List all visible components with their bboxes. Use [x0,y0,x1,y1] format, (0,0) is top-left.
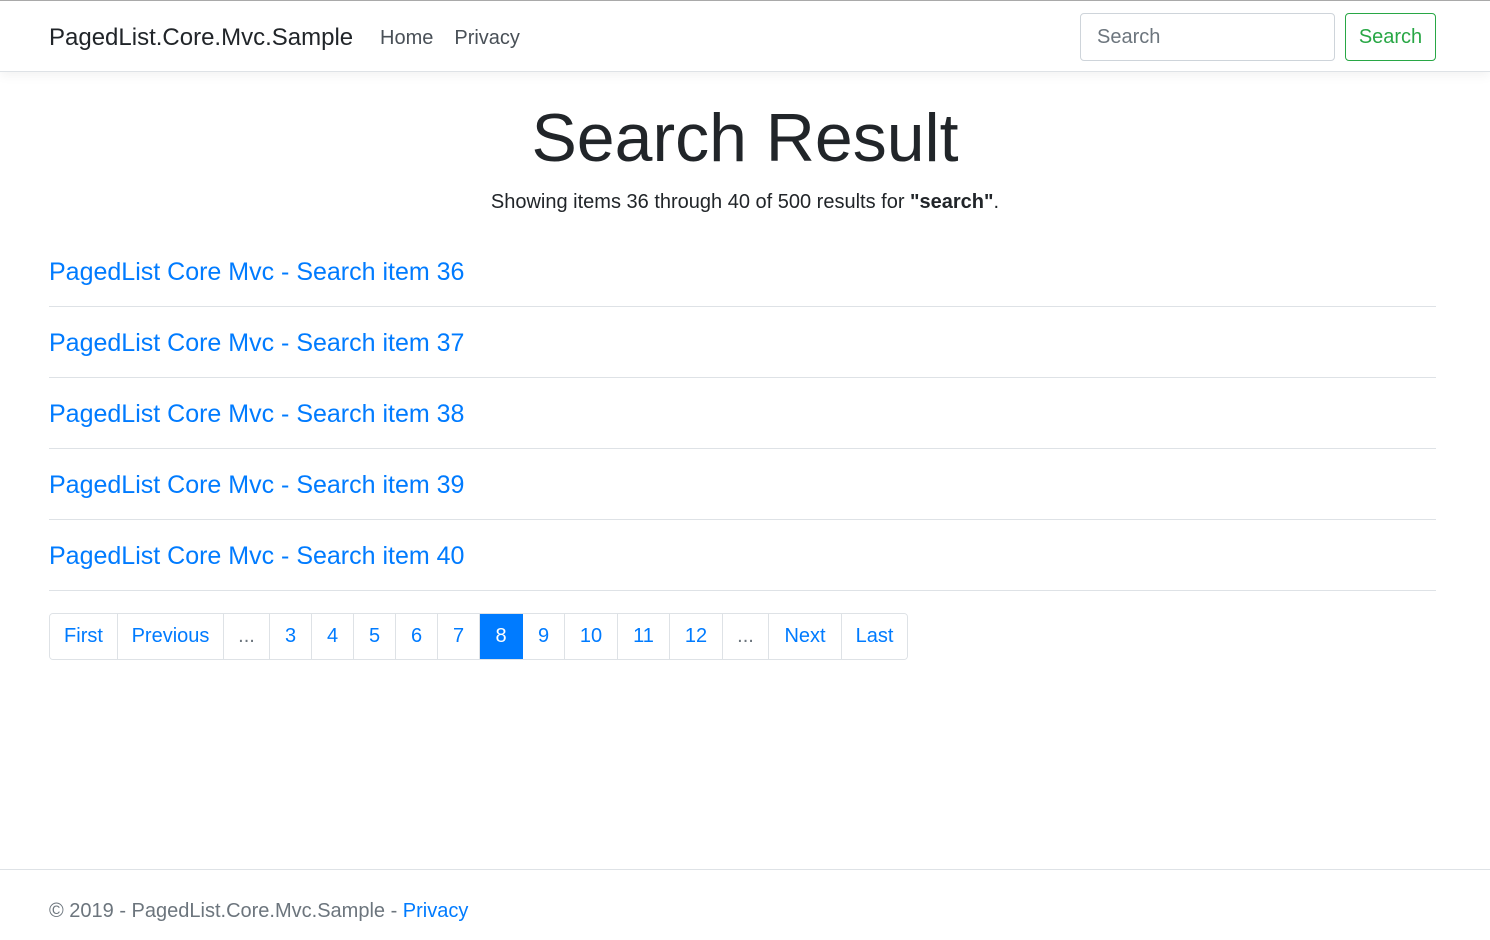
page-ellipsis-start: ... [224,614,270,659]
page-button-4[interactable]: 4 [312,614,354,659]
page-next-button[interactable]: Next [769,614,842,659]
results-summary-suffix: . [993,191,1000,213]
results-summary-prefix: Showing items 36 through 40 of 500 resul… [490,191,911,213]
top-navbar: PagedList.Core.Mvc.Sample Home Privacy S… [0,0,1490,72]
page-button-11[interactable]: 11 [618,614,670,659]
results-summary: Showing items 36 through 40 of 500 resul… [0,189,1490,215]
page-button-9[interactable]: 9 [523,614,565,659]
nav-link-privacy[interactable]: Privacy [454,25,520,51]
list-item: PagedList Core Mvc - Search item 38 [49,378,1436,449]
page-button-12[interactable]: 12 [670,614,723,659]
footer-privacy-link[interactable]: Privacy [403,900,469,922]
results-list: PagedList Core Mvc - Search item 36 Page… [49,236,1436,591]
search-button[interactable]: Search [1345,13,1436,61]
nav-link-home[interactable]: Home [380,25,433,51]
footer-text: © 2019 - PagedList.Core.Mvc.Sample - Pri… [49,898,468,924]
footer: © 2019 - PagedList.Core.Mvc.Sample - Pri… [0,869,1490,940]
page-title: Search Result [531,100,959,176]
page-button-3[interactable]: 3 [270,614,312,659]
search-query: "search" [910,191,994,213]
list-item: PagedList Core Mvc - Search item 37 [49,307,1436,378]
page-button-10[interactable]: 10 [565,614,618,659]
page-button-7[interactable]: 7 [438,614,480,659]
pagination: First Previous ... 3 4 5 6 7 8 9 10 11 1… [49,613,908,660]
list-item: PagedList Core Mvc - Search item 39 [49,449,1436,520]
list-item: PagedList Core Mvc - Search item 40 [49,520,1436,591]
page-last-button[interactable]: Last [842,614,907,659]
result-link[interactable]: PagedList Core Mvc - Search item 37 [49,328,464,358]
page-previous-button[interactable]: Previous [118,614,224,659]
nav-menu: Home Privacy [380,25,520,51]
footer-copyright: © 2019 - PagedList.Core.Mvc.Sample - [49,900,403,922]
list-item: PagedList Core Mvc - Search item 36 [49,236,1436,307]
page-ellipsis-end: ... [723,614,769,659]
result-link[interactable]: PagedList Core Mvc - Search item 39 [49,470,464,500]
result-link[interactable]: PagedList Core Mvc - Search item 36 [49,257,464,287]
result-link[interactable]: PagedList Core Mvc - Search item 38 [49,399,464,429]
page-button-6[interactable]: 6 [396,614,438,659]
page-first-button[interactable]: First [50,614,118,659]
result-link[interactable]: PagedList Core Mvc - Search item 40 [49,541,464,571]
page-button-5[interactable]: 5 [354,614,396,659]
brand-link[interactable]: PagedList.Core.Mvc.Sample [49,23,353,53]
page-button-8-current[interactable]: 8 [480,614,523,659]
search-input[interactable] [1080,13,1335,61]
